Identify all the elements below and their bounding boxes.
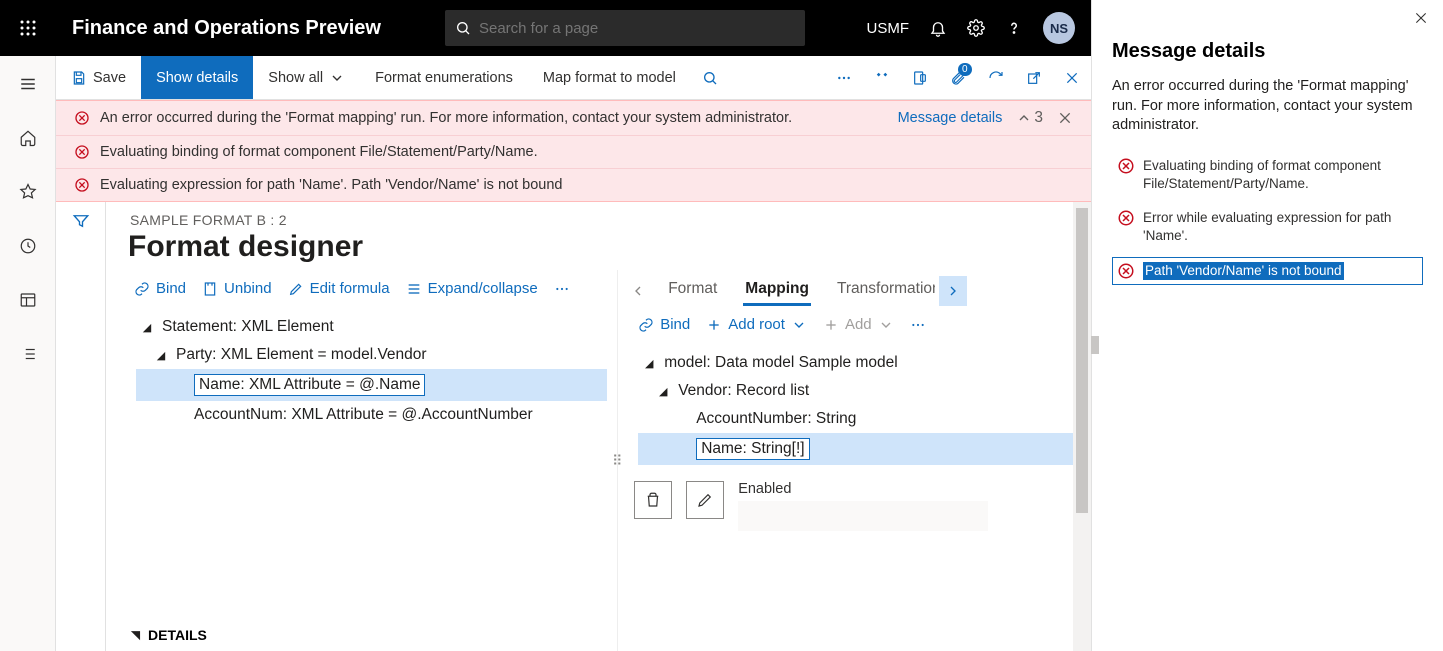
refresh-icon[interactable] [977,56,1015,99]
tree-row[interactable]: ◢model: Data model Sample model [638,349,1081,377]
command-bar: Save Show details Show all Format enumer… [56,56,1091,100]
attachments-icon[interactable]: 0 [939,56,977,99]
tree-row-selected[interactable]: Name: String[!] [638,433,1081,465]
error-item[interactable]: Evaluating binding of format component F… [1112,152,1423,198]
panel-intro: An error occurred during the 'Format map… [1112,77,1423,136]
tree-row[interactable]: ◢Statement: XML Element [136,313,607,341]
search-action[interactable] [691,56,729,99]
scrollbar[interactable] [1073,202,1091,651]
error-icon [1117,262,1135,280]
app-title: Finance and Operations Preview [64,17,389,40]
app-launcher[interactable] [0,0,56,56]
splitter-nub[interactable] [1091,336,1099,354]
tree-row[interactable]: ◢Party: XML Element = model.Vendor [136,341,607,369]
connect-icon[interactable] [863,56,901,99]
avatar[interactable]: NS [1043,12,1075,44]
bell-icon[interactable] [929,19,947,37]
tab-prev[interactable] [624,276,652,306]
error-item[interactable]: Error while evaluating expression for pa… [1112,204,1423,250]
delete-button[interactable] [634,481,672,519]
close-form-icon[interactable] [1053,56,1091,99]
page-title: Format designer [106,230,1091,264]
search-box[interactable] [445,10,805,46]
panel-title: Message details [1112,40,1423,63]
edit-formula-button[interactable]: Edit formula [282,276,396,301]
dismiss-banners[interactable] [1057,110,1073,126]
show-details-button[interactable]: Show details [141,56,253,99]
tree-row[interactable]: AccountNumber: String [638,405,1081,433]
more-button[interactable] [904,313,932,337]
gear-icon[interactable] [967,19,985,37]
bind-button[interactable]: Bind [128,276,192,301]
chevron-right-icon: ◢ [129,628,142,642]
attachments-count: 0 [958,63,972,76]
recent-icon[interactable] [10,228,46,264]
edit-button[interactable] [686,481,724,519]
help-icon[interactable] [1005,19,1023,37]
details-section[interactable]: ◢DETAILS [106,619,617,651]
error-item-selected[interactable]: Path 'Vendor/Name' is not bound [1112,257,1423,285]
error-icon [74,177,90,193]
tab-transformations[interactable]: Transformations [825,276,935,306]
filter-icon[interactable] [72,212,90,651]
tab-format[interactable]: Format [656,276,729,306]
add-root-button[interactable]: Add root [700,312,813,337]
error-icon [1117,157,1135,175]
chevron-down-icon[interactable]: ◢ [154,349,168,362]
message-details-panel: Message details An error occurred during… [1091,0,1443,651]
workspaces-icon[interactable] [10,282,46,318]
search-input[interactable] [479,20,795,37]
collapse-banners[interactable]: 3 [1016,109,1043,127]
map-format-to-model-button[interactable]: Map format to model [528,56,691,99]
tree-row-selected[interactable]: Name: XML Attribute = @.Name [136,369,607,401]
overflow-actions[interactable] [825,56,863,99]
format-tree: ◢Statement: XML Element ◢Party: XML Elem… [106,307,617,435]
favorites-icon[interactable] [10,174,46,210]
popout-icon[interactable] [1015,56,1053,99]
company-picker[interactable]: USMF [867,20,910,37]
banner-text: Evaluating expression for path 'Name'. P… [100,177,562,193]
more-button[interactable] [548,277,576,301]
message-details-link[interactable]: Message details [898,110,1003,126]
error-banners: An error occurred during the 'Format map… [56,100,1091,202]
show-all-button[interactable]: Show all [253,56,360,99]
bind-button[interactable]: Bind [632,312,696,337]
enabled-value[interactable] [738,501,988,531]
tree-row[interactable]: AccountNum: XML Attribute = @.AccountNum… [136,401,607,429]
save-label: Save [93,70,126,86]
tree-row[interactable]: ◢Vendor: Record list [638,377,1081,405]
home-icon[interactable] [10,120,46,156]
modules-icon[interactable] [10,336,46,372]
save-button[interactable]: Save [56,56,141,99]
breadcrumb: SAMPLE FORMAT B : 2 [106,212,1091,228]
unbind-button[interactable]: Unbind [196,276,278,301]
error-icon [1117,209,1135,227]
tab-mapping[interactable]: Mapping [733,276,821,306]
close-panel-icon[interactable] [1413,10,1429,26]
banner-text: Evaluating binding of format component F… [100,144,538,160]
model-tree: ◢model: Data model Sample model ◢Vendor:… [618,343,1091,471]
tab-next[interactable] [939,276,967,306]
expand-collapse-button[interactable]: Expand/collapse [400,276,544,301]
office-addin-icon[interactable] [901,56,939,99]
format-enumerations-button[interactable]: Format enumerations [360,56,528,99]
chevron-down-icon[interactable]: ◢ [140,321,154,334]
add-button[interactable]: Add [817,312,900,337]
chevron-down-icon[interactable]: ◢ [656,385,670,398]
error-icon [74,110,90,126]
error-icon [74,144,90,160]
chevron-down-icon[interactable]: ◢ [642,357,656,370]
enabled-label: Enabled [738,481,1075,497]
hamburger-icon[interactable] [10,66,46,102]
banner-text: An error occurred during the 'Format map… [100,110,792,126]
